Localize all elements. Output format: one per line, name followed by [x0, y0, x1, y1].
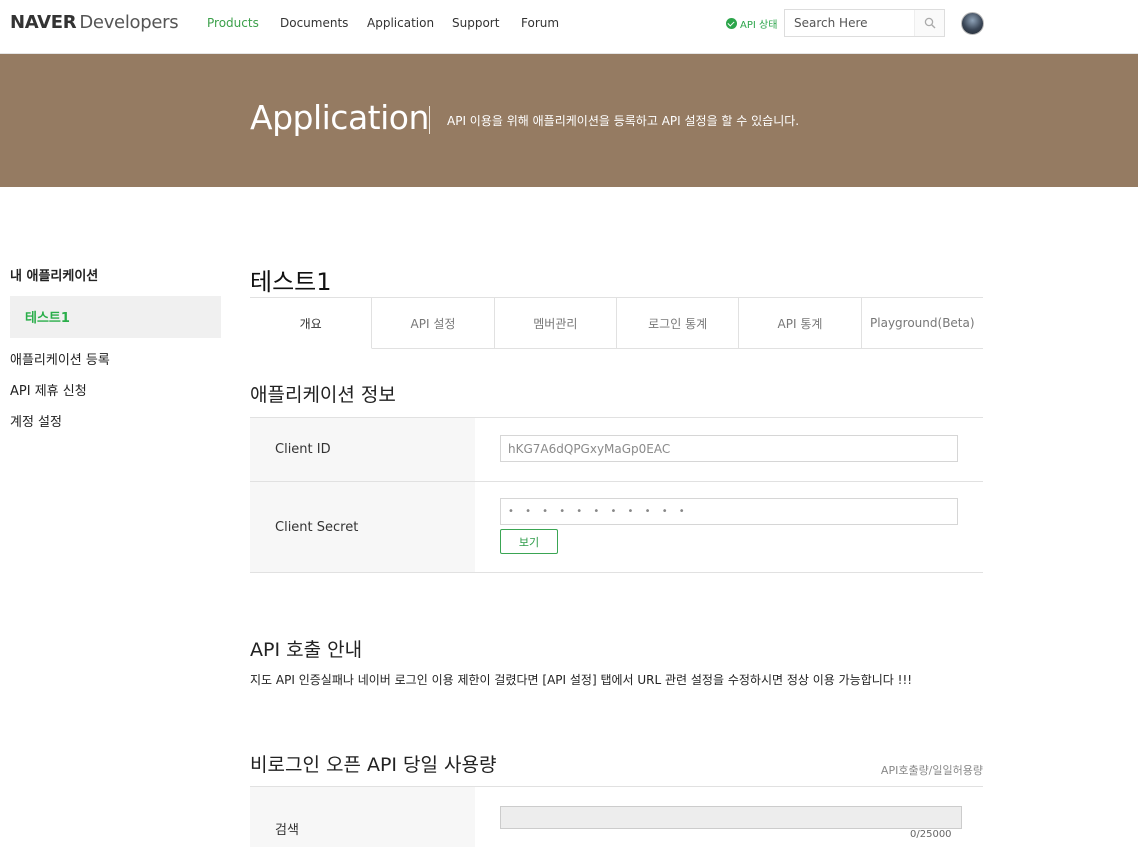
search-icon	[924, 17, 935, 29]
tab-overview[interactable]: 개요	[250, 298, 373, 349]
client-id-row: Client ID hKG7A6dQPGxyMaGp0EAC	[250, 418, 983, 482]
sidebar-item-active-app[interactable]: 테스트1	[10, 296, 221, 338]
tab-api-settings[interactable]: API 설정	[372, 298, 495, 348]
nav-application[interactable]: Application	[367, 16, 434, 30]
tab-api-stats[interactable]: API 통계	[739, 298, 862, 348]
banner-description: API 이용을 위해 애플리케이션을 등록하고 API 설정을 할 수 있습니다…	[447, 114, 800, 128]
logo-product: Developers	[79, 12, 179, 33]
api-call-notice-title: API 호출 안내	[250, 639, 363, 661]
sidebar-active-app-label: 테스트1	[25, 311, 70, 326]
page-banner: Application API 이용을 위해 애플리케이션을 등록하고 API …	[0, 54, 1138, 187]
sidebar-item-api-partnership[interactable]: API 제휴 신청	[10, 380, 87, 399]
check-circle-icon	[726, 18, 737, 29]
show-secret-button[interactable]: 보기	[500, 529, 558, 554]
app-tabs: 개요 API 설정 멤버관리 로그인 통계 API 통계 Playground(…	[250, 297, 983, 349]
app-info-title: 애플리케이션 정보	[250, 384, 396, 406]
api-status-link[interactable]: API 상태	[726, 16, 777, 31]
client-secret-field[interactable]: • • • • • • • • • • •	[500, 498, 958, 525]
user-avatar[interactable]	[961, 12, 984, 35]
sidebar-item-register-app[interactable]: 애플리케이션 등록	[10, 349, 110, 368]
usage-table: 검색 0/25000	[250, 786, 983, 847]
usage-title: 비로그인 오픈 API 당일 사용량	[250, 754, 497, 776]
nav-products[interactable]: Products	[207, 16, 259, 30]
search-button[interactable]	[914, 10, 944, 36]
api-call-notice-text: 지도 API 인증실패나 네이버 로그인 이용 제한이 걸렸다면 [API 설정…	[250, 673, 913, 687]
logo-brand: NAVER	[10, 12, 77, 33]
usage-note: API호출량/일일허용량	[880, 764, 983, 777]
tab-members[interactable]: 멤버관리	[494, 298, 617, 348]
banner-divider	[429, 106, 430, 134]
nav-documents[interactable]: Documents	[280, 16, 348, 30]
nav-forum[interactable]: Forum	[521, 16, 559, 30]
client-id-label: Client ID	[250, 418, 475, 481]
client-secret-label: Client Secret	[250, 482, 475, 572]
banner-title: Application	[250, 98, 429, 137]
client-secret-row: Client Secret • • • • • • • • • • • 보기	[250, 482, 983, 573]
page-title: 테스트1	[250, 268, 332, 296]
search-box	[784, 9, 945, 37]
sidebar-title: 내 애플리케이션	[10, 269, 99, 284]
naver-developers-logo[interactable]: NAVER Developers	[10, 12, 179, 33]
nav-support[interactable]: Support	[452, 16, 499, 30]
tab-login-stats[interactable]: 로그인 통계	[616, 298, 740, 348]
search-input[interactable]	[785, 10, 913, 36]
usage-row-label: 검색	[275, 823, 299, 838]
tab-playground[interactable]: Playground(Beta)	[861, 298, 983, 348]
sidebar-item-account-settings[interactable]: 계정 설정	[10, 411, 62, 430]
app-info-table: Client ID hKG7A6dQPGxyMaGp0EAC Client Se…	[250, 417, 983, 573]
api-status-label: API 상태	[740, 20, 778, 31]
top-navigation: NAVER Developers Products Documents Appli…	[0, 0, 1138, 54]
usage-progress-bar	[500, 806, 962, 829]
client-id-field[interactable]: hKG7A6dQPGxyMaGp0EAC	[500, 435, 958, 462]
usage-count: 0/25000	[910, 829, 952, 840]
